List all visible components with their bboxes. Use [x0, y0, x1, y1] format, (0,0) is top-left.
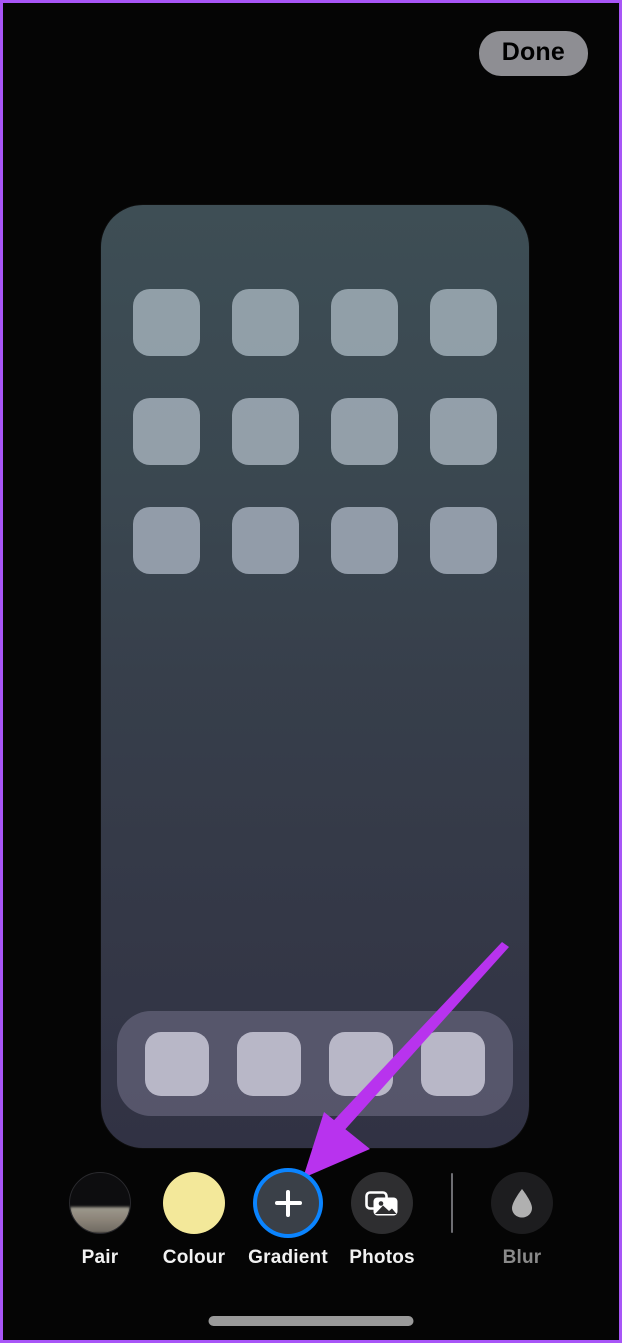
dock-icon-placeholder	[237, 1031, 301, 1096]
app-icon-placeholder	[232, 507, 299, 574]
colour-swatch-icon[interactable]	[163, 1172, 225, 1234]
app-icon-placeholder	[133, 289, 200, 356]
home-indicator	[208, 1316, 414, 1326]
app-icon-placeholder	[232, 289, 299, 356]
dock-icon-placeholder	[421, 1031, 485, 1096]
tool-photos[interactable]: Photos	[335, 1172, 429, 1269]
app-icon-placeholder	[331, 398, 398, 465]
dock-icon-placeholder	[145, 1031, 209, 1096]
tool-blur[interactable]: Blur	[475, 1172, 569, 1269]
top-bar: Done	[3, 3, 619, 103]
dock	[117, 1011, 513, 1116]
app-icon-grid	[101, 289, 529, 574]
tool-gradient[interactable]: Gradient	[241, 1172, 335, 1269]
app-icon-placeholder	[331, 507, 398, 574]
photos-stack-icon[interactable]	[351, 1172, 413, 1234]
tool-label-pair: Pair	[81, 1247, 119, 1268]
done-button[interactable]: Done	[478, 30, 588, 76]
photos-stack-glyph	[365, 1191, 398, 1216]
app-icon-placeholder	[430, 289, 497, 356]
tool-label-blur: Blur	[502, 1247, 542, 1268]
plus-icon[interactable]	[257, 1172, 319, 1234]
tool-label-colour: Colour	[162, 1247, 226, 1268]
app-icon-placeholder	[133, 507, 200, 574]
photo-thumbnail	[70, 1207, 130, 1233]
photo-pair-swatch-icon[interactable]	[69, 1172, 131, 1234]
app-icon-placeholder	[430, 507, 497, 574]
app-icon-placeholder	[232, 398, 299, 465]
droplet-icon[interactable]	[491, 1172, 553, 1234]
droplet-glyph	[512, 1189, 532, 1218]
tool-label-photos: Photos	[349, 1247, 415, 1268]
toolbar-divider	[451, 1173, 453, 1233]
tool-pair[interactable]: Pair	[53, 1172, 147, 1269]
tool-colour[interactable]: Colour	[147, 1172, 241, 1269]
app-icon-placeholder	[331, 289, 398, 356]
app-icon-placeholder	[133, 398, 200, 465]
app-icon-placeholder	[430, 398, 497, 465]
dock-icon-placeholder	[329, 1031, 393, 1096]
wallpaper-preview[interactable]	[101, 205, 529, 1148]
plus-vertical-bar	[286, 1189, 290, 1217]
tool-label-gradient: Gradient	[248, 1247, 328, 1268]
wallpaper-style-toolbar: Pair Colour Gradient Photos Blur	[3, 1172, 619, 1292]
screenshot-frame: Done Pair Colour Gradient Photos Blur	[0, 0, 622, 1343]
